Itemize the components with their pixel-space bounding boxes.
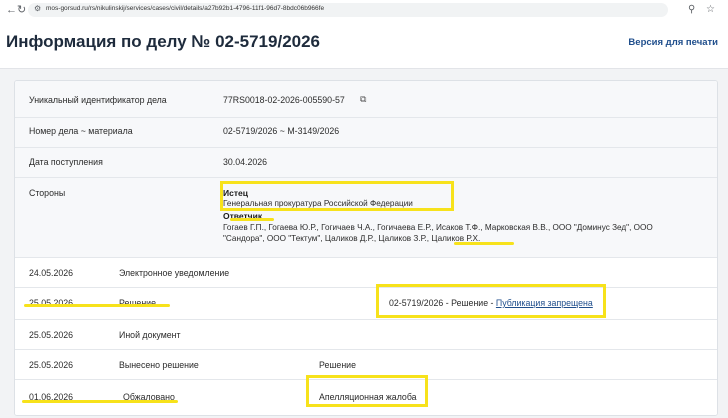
event-type: Иной документ bbox=[119, 330, 181, 340]
event-result: Решение bbox=[319, 360, 356, 370]
received-value: 30.04.2026 bbox=[223, 157, 268, 167]
highlight-underline-defendant bbox=[230, 218, 274, 221]
print-version-link[interactable]: Версия для печати bbox=[628, 37, 718, 48]
uid-label: Уникальный идентификатор дела bbox=[29, 95, 167, 105]
defendants-line-1: Гогаев Г.П., Гогаева Ю.Р., Гогичаев Ч.А.… bbox=[223, 223, 653, 232]
defendants-line-2: "Сандора", ООО "Тектум", Цаликов Д.Р., Ц… bbox=[223, 234, 481, 243]
highlight-underline-tsalikov bbox=[454, 242, 514, 245]
case-details-card: Уникальный идентификатор дела 77RS0018-0… bbox=[14, 80, 718, 416]
highlight-box-appeal bbox=[306, 375, 428, 407]
event-row: 24.05.2026 Электронное уведомление bbox=[15, 257, 717, 288]
highlight-box-plaintiff bbox=[220, 181, 454, 211]
address-bar[interactable]: ⚙ mos-gorsud.ru/rs/nikulinskij/services/… bbox=[28, 3, 668, 17]
highlight-underline-appeal bbox=[22, 400, 178, 403]
page-header: Информация по делу № 02-5719/2026 Версия… bbox=[0, 20, 728, 69]
info-row-uid: Уникальный идентификатор дела 77RS0018-0… bbox=[15, 81, 717, 117]
uid-value: 77RS0018-02-2026-005590-57 bbox=[223, 95, 345, 105]
event-type: Вынесено решение bbox=[119, 360, 199, 370]
highlight-box-decision-link bbox=[376, 284, 606, 318]
reload-icon[interactable]: ↻ bbox=[17, 3, 26, 17]
event-date: 25.05.2026 bbox=[29, 360, 74, 370]
event-date: 24.05.2026 bbox=[29, 268, 74, 278]
browser-toolbar: ← ↻ ⚙ mos-gorsud.ru/rs/nikulinskij/servi… bbox=[0, 0, 728, 21]
info-row-case-number: Номер дела ~ материала 02-5719/2026 ~ М-… bbox=[15, 118, 717, 150]
info-row-received: Дата поступления 30.04.2026 bbox=[15, 148, 717, 180]
event-type: Электронное уведомление bbox=[119, 268, 230, 278]
page-title: Информация по делу № 02-5719/2026 bbox=[6, 32, 321, 51]
event-date: 25.05.2026 bbox=[29, 330, 74, 340]
case-number-label: Номер дела ~ материала bbox=[29, 126, 133, 136]
url-text: mos-gorsud.ru/rs/nikulinskij/services/ca… bbox=[46, 5, 325, 12]
search-icon[interactable]: ⚲ bbox=[688, 3, 695, 17]
received-label: Дата поступления bbox=[29, 157, 103, 167]
divider bbox=[15, 177, 717, 178]
bookmark-star-icon[interactable]: ☆ bbox=[706, 3, 715, 17]
back-icon[interactable]: ← bbox=[6, 3, 17, 17]
parties-label: Стороны bbox=[29, 188, 66, 198]
event-row: 25.05.2026 Иной документ bbox=[15, 319, 717, 350]
site-info-icon[interactable]: ⚙ bbox=[34, 4, 41, 13]
case-number-value: 02-5719/2026 ~ М-3149/2026 bbox=[223, 126, 340, 136]
highlight-underline-decision bbox=[24, 304, 170, 307]
copy-icon[interactable]: ⧉ bbox=[360, 94, 366, 105]
case-info-section: Уникальный идентификатор дела 77RS0018-0… bbox=[15, 81, 717, 257]
